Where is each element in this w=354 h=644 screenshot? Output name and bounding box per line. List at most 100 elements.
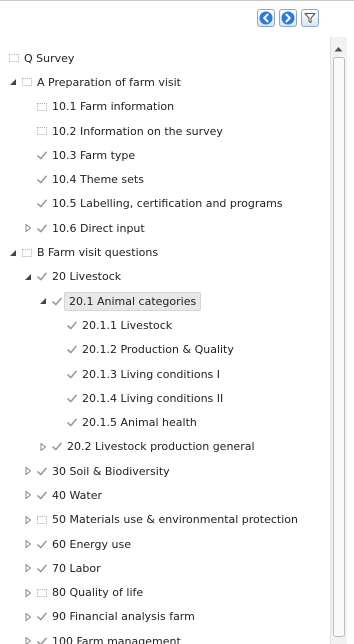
check-icon (36, 612, 47, 622)
expanded-triangle-icon[interactable] (23, 272, 33, 282)
tree-item-80[interactable]: 80 Quality of life (0, 581, 330, 605)
filter-button[interactable] (301, 9, 319, 27)
tree-item-90[interactable]: 90 Financial analysis farm (0, 605, 330, 629)
check-icon (36, 175, 47, 185)
tree-item-label: A Preparation of farm visit (37, 75, 181, 89)
no-expander-spacer (53, 418, 63, 428)
tree-item-30[interactable]: 30 Soil & Biodiversity (0, 459, 330, 483)
check-icon (66, 418, 77, 428)
collapsed-triangle-icon[interactable] (23, 563, 33, 573)
no-expander-spacer (53, 369, 63, 379)
tree-item-a-preparation[interactable]: A Preparation of farm visit (0, 70, 330, 94)
collapsed-triangle-icon[interactable] (38, 442, 48, 452)
collapsed-triangle-icon[interactable] (23, 612, 33, 622)
vertical-scrollbar[interactable] (330, 37, 347, 644)
no-expander-spacer (23, 126, 33, 136)
no-expander-spacer (53, 320, 63, 330)
check-icon (51, 442, 62, 452)
check-icon (66, 369, 77, 379)
funnel-icon (304, 12, 316, 24)
empty-box-icon (36, 126, 47, 136)
tree-item-70[interactable]: 70 Labor (0, 556, 330, 580)
scroll-up-arrow-icon[interactable] (334, 42, 343, 55)
check-icon (36, 466, 47, 476)
tree-item-100[interactable]: 100 Farm management (0, 629, 330, 644)
tree-item-label: 20.1.3 Living conditions I (82, 367, 221, 381)
tree-item-20-1-1[interactable]: 20.1.1 Livestock (0, 313, 330, 337)
expanded-triangle-icon[interactable] (8, 248, 18, 258)
survey-tree: Q Survey A Preparation of farm visit 10.1 … (0, 46, 330, 644)
empty-box-icon (8, 53, 19, 63)
no-expander-spacer (23, 102, 33, 112)
tree-item-label: 30 Soil & Biodiversity (52, 464, 170, 478)
collapsed-triangle-icon[interactable] (23, 636, 33, 644)
no-expander-spacer (23, 150, 33, 160)
check-icon (51, 296, 62, 306)
collapsed-triangle-icon[interactable] (23, 490, 33, 500)
tree-item-10-6[interactable]: 10.6 Direct input (0, 216, 330, 240)
check-icon (36, 563, 47, 573)
tree-item-label: 80 Quality of life (52, 586, 144, 600)
collapsed-triangle-icon[interactable] (23, 223, 33, 233)
tree-item-label: B Farm visit questions (37, 246, 159, 260)
tree-item-label: 90 Financial analysis farm (52, 610, 195, 624)
tree-item-label: 10.4 Theme sets (52, 173, 144, 187)
tree-item-label: 10.1 Farm information (52, 100, 175, 114)
tree-item-10-4[interactable]: 10.4 Theme sets (0, 167, 330, 191)
check-icon (36, 490, 47, 500)
check-icon (36, 636, 47, 644)
tree-item-label: 70 Labor (52, 561, 101, 575)
collapsed-triangle-icon[interactable] (23, 466, 33, 476)
tree-item-label: 40 Water (52, 488, 103, 502)
back-button[interactable] (257, 9, 275, 27)
collapsed-triangle-icon[interactable] (23, 515, 33, 525)
tree-item-label: 100 Farm management (52, 634, 181, 644)
tree-item-20[interactable]: 20 Livestock (0, 265, 330, 289)
tree-item-60[interactable]: 60 Energy use (0, 532, 330, 556)
tree-item-50[interactable]: 50 Materials use & environmental protect… (0, 508, 330, 532)
tree-item-q-survey[interactable]: Q Survey (0, 46, 330, 70)
tree-item-label: 20 Livestock (52, 270, 122, 284)
tree-item-label: 50 Materials use & environmental protect… (52, 513, 298, 527)
top-border (0, 0, 354, 1)
empty-box-icon (21, 248, 32, 258)
tree-item-10-2[interactable]: 10.2 Information on the survey (0, 119, 330, 143)
tree-item-label: 60 Energy use (52, 537, 131, 551)
arrow-right-circle-icon (281, 11, 295, 25)
tree-item-label: 10.2 Information on the survey (52, 124, 223, 138)
tree-item-20-1-2[interactable]: 20.1.2 Production & Quality (0, 338, 330, 362)
tree-item-40[interactable]: 40 Water (0, 483, 330, 507)
check-icon (66, 345, 77, 355)
empty-box-icon (36, 588, 47, 598)
tree-item-label: 10.6 Direct input (52, 221, 145, 235)
tree-item-20-2[interactable]: 20.2 Livestock production general (0, 435, 330, 459)
tree-item-10-3[interactable]: 10.3 Farm type (0, 143, 330, 167)
collapsed-triangle-icon[interactable] (23, 539, 33, 549)
check-icon (36, 150, 47, 160)
collapsed-triangle-icon[interactable] (23, 588, 33, 598)
scrollbar-thumb[interactable] (333, 57, 345, 637)
tree-item-label: 20.1.1 Livestock (82, 318, 173, 332)
tree-item-10-1[interactable]: 10.1 Farm information (0, 95, 330, 119)
forward-button[interactable] (279, 9, 297, 27)
tree-item-label: 10.5 Labelling, certification and progra… (52, 197, 283, 211)
tree-item-b-farm-visit[interactable]: B Farm visit questions (0, 240, 330, 264)
tree-item-20-1-5[interactable]: 20.1.5 Animal health (0, 410, 330, 434)
tree-item-label: Q Survey (24, 51, 75, 65)
tree-item-label: 20.1.4 Living conditions II (82, 391, 224, 405)
empty-box-icon (36, 102, 47, 112)
no-expander-spacer (23, 175, 33, 185)
tree-item-20-1[interactable]: 20.1 Animal categories (0, 289, 330, 313)
empty-box-icon (36, 515, 47, 525)
toolbar (257, 9, 319, 27)
tree-item-20-1-3[interactable]: 20.1.3 Living conditions I (0, 362, 330, 386)
check-icon (36, 272, 47, 282)
no-expander-spacer (53, 393, 63, 403)
expanded-triangle-icon[interactable] (8, 77, 18, 87)
tree-item-20-1-4[interactable]: 20.1.4 Living conditions II (0, 386, 330, 410)
check-icon (36, 223, 47, 233)
tree-item-label: 20.1 Animal categories (64, 291, 202, 311)
tree-item-label: 20.2 Livestock production general (67, 440, 255, 454)
expanded-triangle-icon[interactable] (38, 296, 48, 306)
tree-item-10-5[interactable]: 10.5 Labelling, certification and progra… (0, 192, 330, 216)
